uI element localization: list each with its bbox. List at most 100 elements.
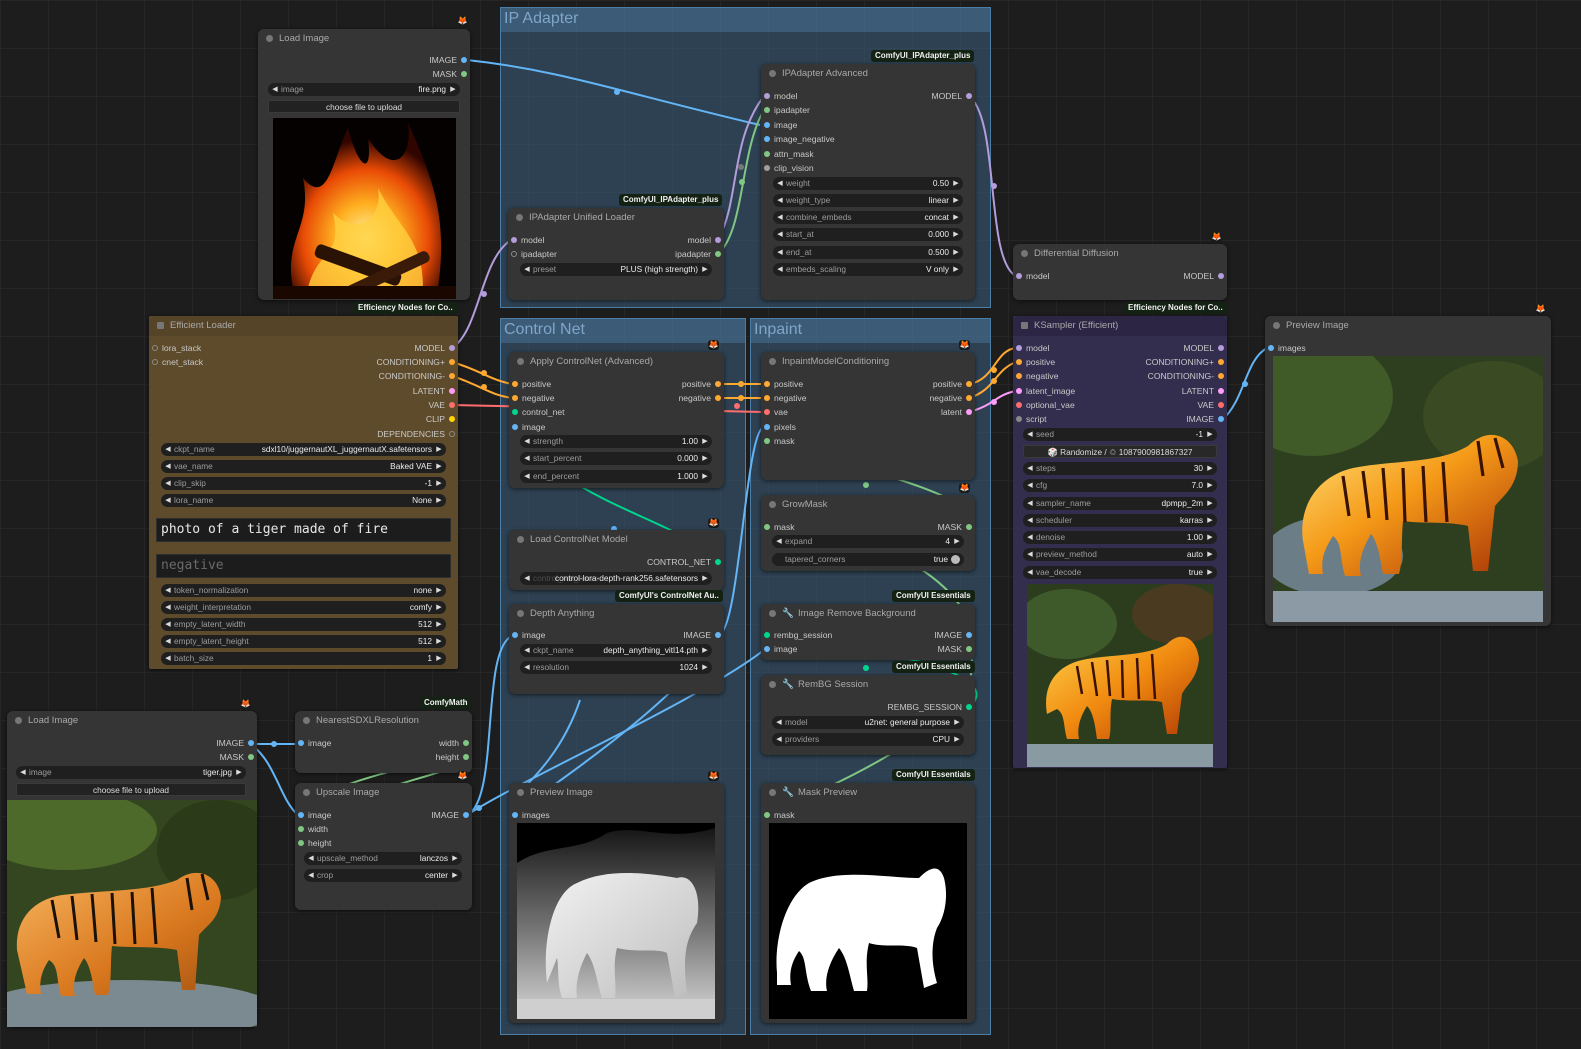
- input-control-net[interactable]: control_net: [509, 406, 565, 418]
- end-percent-widget[interactable]: ◀ end_percent 1.000 ▶: [520, 470, 712, 483]
- node-inpaint-conditioning[interactable]: InpaintModelConditioning positive negati…: [761, 352, 975, 480]
- arrow-left-icon[interactable]: ◀: [1025, 428, 1035, 441]
- node-title[interactable]: Differential Diffusion: [1013, 244, 1227, 264]
- arrow-right-icon[interactable]: ▶: [450, 852, 460, 865]
- output-vae[interactable]: VAE: [1197, 399, 1227, 411]
- input-image-negative[interactable]: image_negative: [761, 133, 835, 145]
- input-image[interactable]: image: [509, 629, 545, 641]
- node-differential-diffusion[interactable]: Differential Diffusion model MODEL: [1013, 244, 1227, 300]
- positive-prompt-textarea[interactable]: photo of a tiger made of fire: [156, 518, 451, 542]
- input-height[interactable]: height: [295, 837, 331, 849]
- node-ipadapter-unified-loader[interactable]: IPAdapter Unified Loader model ipadapter…: [508, 208, 724, 300]
- crop-widget[interactable]: ◀ crop center ▶: [304, 869, 462, 882]
- node-grow-mask[interactable]: GrowMask mask MASK ◀ expand 4 ▶ tapered_cor…: [761, 495, 975, 571]
- arrow-left-icon[interactable]: ◀: [775, 228, 785, 241]
- arrow-left-icon[interactable]: ◀: [163, 584, 173, 597]
- input-ipadapter[interactable]: ipadapter: [761, 104, 810, 116]
- input-images[interactable]: images: [1265, 342, 1306, 354]
- arrow-right-icon[interactable]: ▶: [700, 263, 710, 276]
- arrow-left-icon[interactable]: ◀: [522, 452, 532, 465]
- arrow-left-icon[interactable]: ◀: [1025, 462, 1035, 475]
- node-apply-controlnet[interactable]: Apply ControlNet (Advanced) positive neg…: [509, 352, 724, 488]
- arrow-right-icon[interactable]: ▶: [1205, 462, 1215, 475]
- weight-interpretation-widget[interactable]: ◀ weight_interpretation comfy ▶: [161, 601, 446, 614]
- input-mask[interactable]: mask: [761, 809, 795, 821]
- node-ksampler-efficient[interactable]: KSampler (Efficient) model positive nega…: [1013, 316, 1227, 768]
- node-title[interactable]: Depth Anything: [509, 604, 724, 624]
- input-mask[interactable]: mask: [761, 435, 795, 447]
- scheduler-widget[interactable]: ◀ scheduler karras ▶: [1023, 514, 1217, 527]
- arrow-left-icon[interactable]: ◀: [1025, 548, 1035, 561]
- arrow-left-icon[interactable]: ◀: [522, 470, 532, 483]
- output-image[interactable]: IMAGE: [683, 629, 724, 641]
- arrow-right-icon[interactable]: ▶: [1205, 428, 1215, 441]
- input-ipadapter[interactable]: ipadapter: [508, 248, 557, 260]
- arrow-right-icon[interactable]: ▶: [434, 584, 444, 597]
- node-load-controlnet[interactable]: Load ControlNet Model CONTROL_NET ◀ contr…: [509, 530, 724, 590]
- output-height[interactable]: height: [436, 751, 472, 763]
- combine-embeds-widget[interactable]: ◀ combine_embeds concat ▶: [773, 211, 963, 224]
- output-positive[interactable]: positive: [682, 378, 724, 390]
- arrow-left-icon[interactable]: ◀: [163, 635, 173, 648]
- arrow-left-icon[interactable]: ◀: [163, 460, 173, 473]
- input-lora-stack[interactable]: lora_stack: [149, 342, 201, 354]
- control-net-name-combo[interactable]: ◀ control_net_name control-lora-depth-rank…: [520, 572, 712, 585]
- output-image[interactable]: IMAGE: [431, 809, 472, 821]
- input-width[interactable]: width: [295, 823, 328, 835]
- arrow-right-icon[interactable]: ▶: [450, 869, 460, 882]
- input-model[interactable]: model: [1013, 270, 1049, 282]
- arrow-left-icon[interactable]: ◀: [1025, 497, 1035, 510]
- output-mask[interactable]: MASK: [433, 68, 470, 80]
- seed-widget[interactable]: ◀ seed -1 ▶: [1023, 428, 1217, 441]
- start-percent-widget[interactable]: ◀ start_percent 0.000 ▶: [520, 452, 712, 465]
- output-image[interactable]: IMAGE: [1186, 413, 1227, 425]
- arrow-left-icon[interactable]: ◀: [775, 177, 785, 190]
- arrow-right-icon[interactable]: ▶: [951, 177, 961, 190]
- input-image[interactable]: image: [761, 643, 797, 655]
- output-conditioning-pos[interactable]: CONDITIONING+: [1145, 356, 1227, 368]
- node-title[interactable]: Apply ControlNet (Advanced): [509, 352, 724, 372]
- arrow-left-icon[interactable]: ◀: [163, 618, 173, 631]
- arrow-right-icon[interactable]: ▶: [1205, 531, 1215, 544]
- output-clip[interactable]: CLIP: [426, 413, 458, 425]
- node-title[interactable]: Efficient Loader: [149, 316, 458, 336]
- arrow-left-icon[interactable]: ◀: [163, 494, 173, 507]
- arrow-left-icon[interactable]: ◀: [163, 477, 173, 490]
- arrow-left-icon[interactable]: ◀: [163, 443, 173, 456]
- steps-widget[interactable]: ◀ steps 30 ▶: [1023, 462, 1217, 475]
- arrow-right-icon[interactable]: ▶: [952, 535, 962, 548]
- input-rembg-session[interactable]: rembg_session: [761, 629, 832, 641]
- node-load-image-tiger[interactable]: Load Image IMAGE MASK ◀ image tiger.jpg ▶ c…: [7, 711, 257, 1027]
- embeds-scaling-widget[interactable]: ◀ embeds_scaling V only ▶: [773, 263, 963, 276]
- input-vae[interactable]: vae: [761, 406, 788, 418]
- node-efficient-loader[interactable]: Efficient Loader lora_stack cnet_stack M…: [149, 316, 458, 669]
- output-model[interactable]: MODEL: [1183, 270, 1227, 282]
- arrow-right-icon[interactable]: ▶: [1205, 497, 1215, 510]
- node-rembg-session[interactable]: 🔧 RemBG Session REMBG_SESSION ◀ model u2net…: [761, 675, 975, 755]
- arrow-left-icon[interactable]: ◀: [774, 535, 784, 548]
- input-negative[interactable]: negative: [761, 392, 807, 404]
- node-load-image-fire[interactable]: Load Image IMAGE MASK ◀ image fire.png ▶…: [258, 29, 470, 300]
- arrow-right-icon[interactable]: ▶: [434, 601, 444, 614]
- input-image[interactable]: image: [761, 119, 797, 131]
- arrow-right-icon[interactable]: ▶: [951, 263, 961, 276]
- output-ipadapter[interactable]: ipadapter: [675, 248, 724, 260]
- node-title[interactable]: Load Image: [258, 29, 470, 49]
- cfg-widget[interactable]: ◀ cfg 7.0 ▶: [1023, 479, 1217, 492]
- upload-button[interactable]: choose file to upload: [16, 783, 246, 796]
- node-title[interactable]: 🔧 RemBG Session: [761, 675, 975, 695]
- node-title[interactable]: Preview Image: [1265, 316, 1551, 336]
- arrow-left-icon[interactable]: ◀: [306, 852, 316, 865]
- node-preview-image-depth[interactable]: Preview Image images: [509, 783, 724, 1023]
- arrow-left-icon[interactable]: ◀: [774, 716, 784, 729]
- denoise-widget[interactable]: ◀ denoise 1.00 ▶: [1023, 531, 1217, 544]
- output-image[interactable]: IMAGE: [934, 629, 975, 641]
- input-negative[interactable]: negative: [1013, 370, 1059, 382]
- arrow-left-icon[interactable]: ◀: [522, 644, 532, 657]
- providers-combo[interactable]: ◀ providers CPU ▶: [772, 733, 964, 746]
- node-title[interactable]: 🔧 Mask Preview: [761, 783, 975, 803]
- output-vae[interactable]: VAE: [428, 399, 458, 411]
- ckpt-name-widget[interactable]: ◀ ckpt_name depth_anything_vitl14.pth ▶: [520, 644, 712, 657]
- arrow-left-icon[interactable]: ◀: [774, 733, 784, 746]
- output-negative[interactable]: negative: [930, 392, 976, 404]
